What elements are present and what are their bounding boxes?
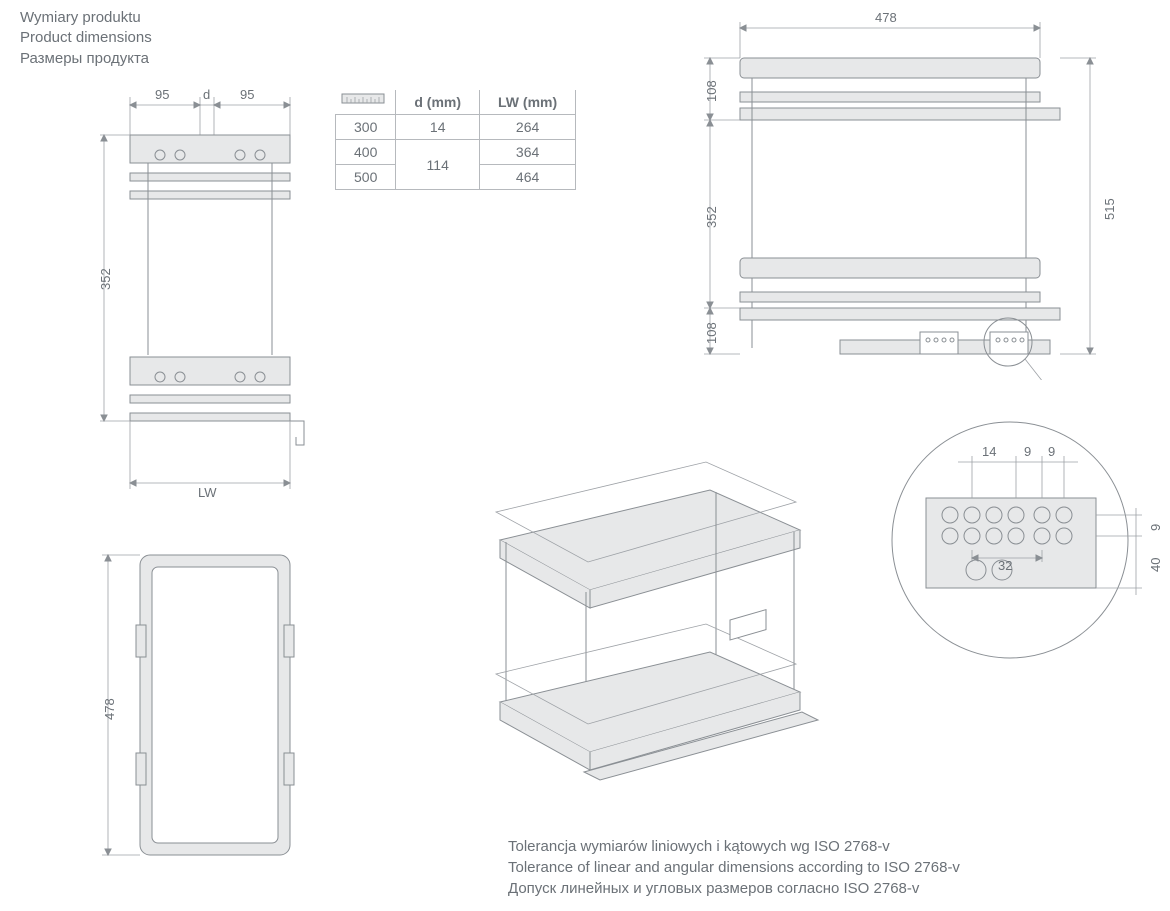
col-d: d (mm) — [396, 90, 480, 115]
title-pl: Wymiary produktu — [20, 8, 152, 28]
table-row: 300 14 264 — [336, 115, 576, 140]
dim-32: 32 — [998, 558, 1012, 573]
detail-view: 14 9 9 32 9 40 — [880, 400, 1160, 660]
col-lw: LW (mm) — [480, 90, 576, 115]
cell: 300 — [336, 115, 396, 140]
cell: 400 — [336, 140, 396, 165]
table-row: 400 114 364 — [336, 140, 576, 165]
dim-478-top: 478 — [875, 10, 897, 25]
tol-ru: Допуск линейных и угловых размеров согла… — [508, 878, 960, 899]
dim-9a: 9 — [1024, 444, 1031, 459]
ruler-icon — [336, 90, 396, 115]
dim-14: 14 — [982, 444, 996, 459]
title-ru: Размеры продукта — [20, 49, 152, 69]
dim-95-r: 95 — [240, 87, 254, 102]
dim-v9: 9 — [1148, 524, 1163, 531]
dim-108-2: 108 — [704, 322, 719, 344]
dim-515: 515 — [1102, 198, 1117, 220]
front-view: 95 d 95 352 LW — [100, 85, 320, 505]
title-en: Product dimensions — [20, 28, 152, 48]
dim-352-s: 352 — [704, 206, 719, 228]
dim-d: d — [203, 87, 210, 102]
dim-lw: LW — [198, 485, 217, 500]
cell: 500 — [336, 165, 396, 190]
tol-pl: Tolerancja wymiarów liniowych i kątowych… — [508, 836, 960, 857]
dim-v40: 40 — [1148, 558, 1163, 572]
cell: 364 — [480, 140, 576, 165]
tolerance-note: Tolerancja wymiarów liniowych i kątowych… — [508, 836, 960, 899]
side-view: 478 108 352 108 515 — [670, 10, 1120, 380]
dimension-table: d (mm) LW (mm) 300 14 264 400 114 364 50… — [335, 90, 576, 190]
dim-108-1: 108 — [704, 80, 719, 102]
cell: 264 — [480, 115, 576, 140]
title-block: Wymiary produktu Product dimensions Разм… — [20, 8, 152, 69]
iso-view — [430, 420, 850, 820]
tol-en: Tolerance of linear and angular dimensio… — [508, 857, 960, 878]
dim-478-side: 478 — [102, 698, 117, 720]
top-view: 478 — [100, 535, 320, 885]
cell: 464 — [480, 165, 576, 190]
dim-9b: 9 — [1048, 444, 1055, 459]
cell: 14 — [396, 115, 480, 140]
dim-95-l: 95 — [155, 87, 169, 102]
dim-352: 352 — [98, 268, 113, 290]
cell: 114 — [396, 140, 480, 190]
